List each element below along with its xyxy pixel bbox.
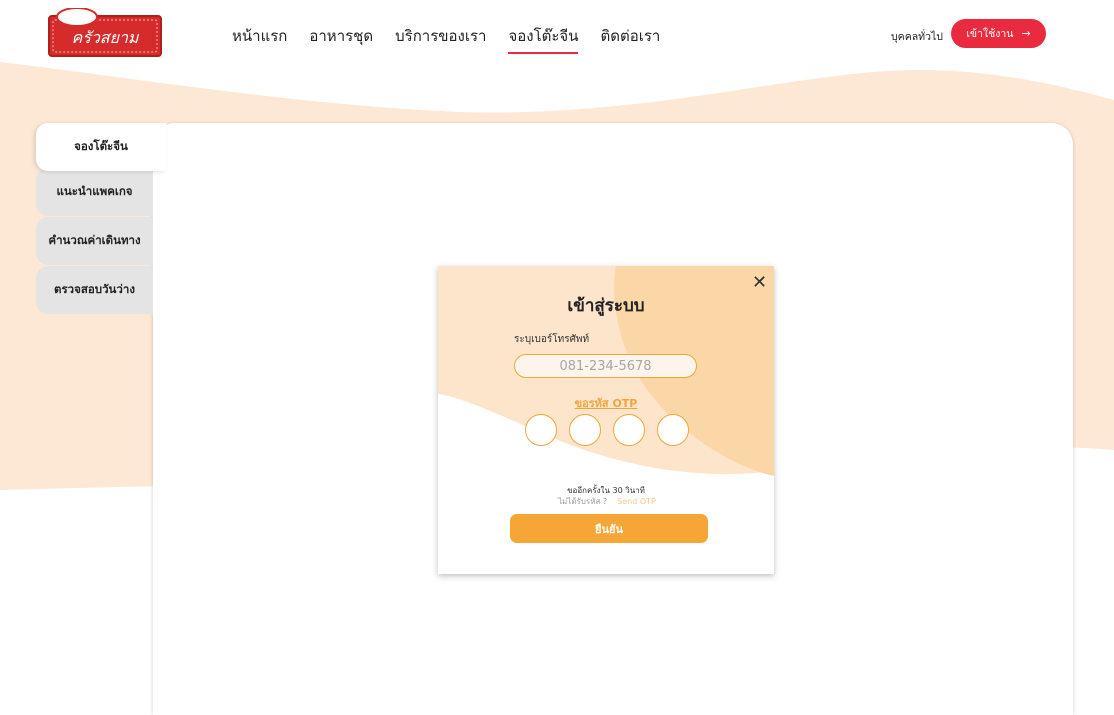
phone-label: ระบุเบอร์โทรศัพท์ <box>514 334 590 345</box>
nav-item-contact[interactable]: ติดต่อเรา <box>600 24 660 54</box>
otp-input-group <box>525 414 689 446</box>
confirm-button[interactable]: ยืนยัน <box>510 514 708 543</box>
side-tab-travel-cost[interactable]: คำนวณค่าเดินทาง <box>36 217 153 265</box>
arrow-right-icon: → <box>1021 27 1031 40</box>
otp-digit-input[interactable] <box>657 414 689 446</box>
user-type-label[interactable]: บุคคลทั่วไป <box>891 28 943 45</box>
nav-item-services[interactable]: บริการของเรา <box>395 24 486 54</box>
phone-input[interactable] <box>514 354 697 378</box>
side-tab-book-table[interactable]: จองโต๊ะจีน <box>36 123 166 171</box>
nav-item-home[interactable]: หน้าแรก <box>232 24 287 54</box>
side-tab-check-availability[interactable]: ตรวจสอบวันว่าง <box>36 266 153 314</box>
not-received-text: ไม่ได้รับรหัส ? <box>558 497 608 506</box>
otp-digit-input[interactable] <box>525 414 557 446</box>
request-otp-link[interactable]: ขอรหัส OTP <box>438 394 774 412</box>
login-modal: ✕ เข้าสู่ระบบ ระบุเบอร์โทรศัพท์ ขอรหัส O… <box>438 266 774 574</box>
otp-digit-input[interactable] <box>613 414 645 446</box>
svg-text:ครัวสยาม: ครัวสยาม <box>72 28 140 47</box>
main-nav: หน้าแรก อาหารชุด บริการของเรา จองโต๊ะจีน… <box>232 24 682 54</box>
nav-item-set-menu[interactable]: อาหารชุด <box>309 24 373 54</box>
login-button[interactable]: เข้าใช้งาน → <box>951 19 1046 48</box>
modal-title: เข้าสู่ระบบ <box>567 296 645 316</box>
brand-logo[interactable]: ครัวสยาม <box>47 8 163 59</box>
close-icon[interactable]: ✕ <box>752 272 767 293</box>
side-tab-packages[interactable]: แนะนำแพคเกจ <box>36 168 153 216</box>
otp-digit-input[interactable] <box>569 414 601 446</box>
resend-row: ไม่ได้รับรหัส ? Send OTP <box>558 495 656 508</box>
login-button-label: เข้าใช้งาน <box>966 28 1014 40</box>
send-otp-link[interactable]: Send OTP <box>617 497 656 506</box>
nav-item-book-table[interactable]: จองโต๊ะจีน <box>508 24 579 54</box>
